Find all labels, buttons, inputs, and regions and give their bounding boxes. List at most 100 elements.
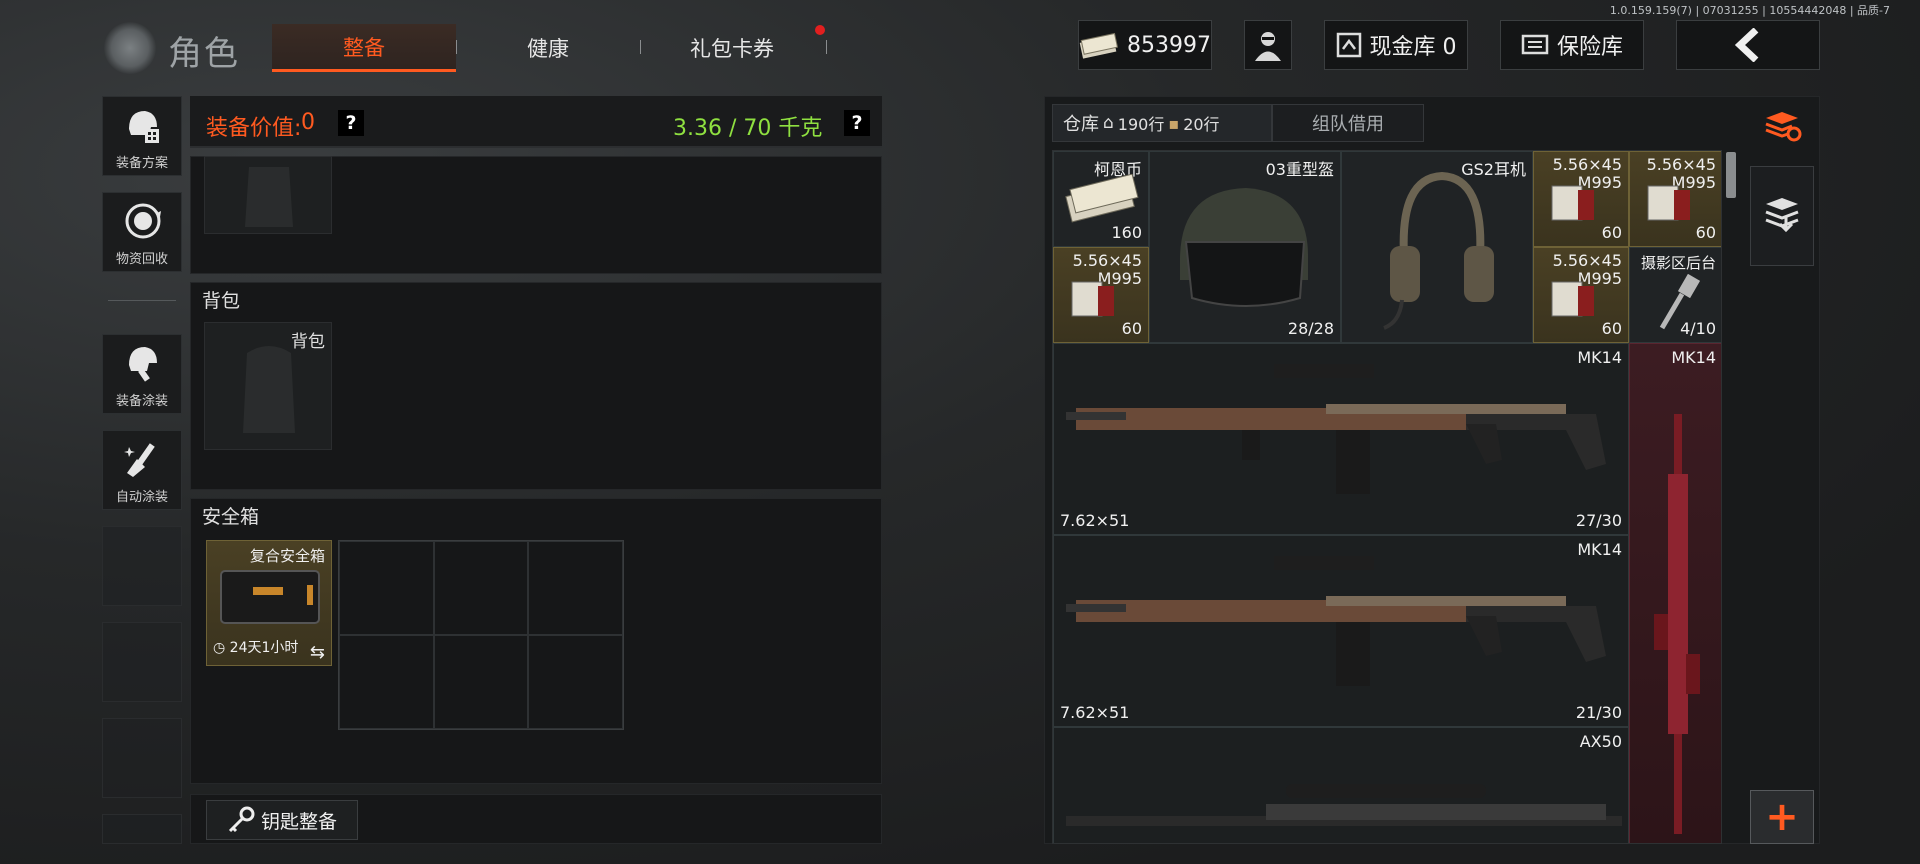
safebox-grid-cell[interactable] bbox=[528, 541, 623, 635]
item-cell-key[interactable]: 摄影区后台 4/10 bbox=[1629, 247, 1721, 343]
sidebar-item-recycle[interactable]: 物资回收 bbox=[102, 192, 182, 272]
item-cell-headset[interactable]: GS2耳机 bbox=[1341, 151, 1533, 343]
cash-stack-icon bbox=[1065, 174, 1139, 223]
back-button[interactable] bbox=[1676, 20, 1820, 70]
tab-loadout[interactable]: 整备 bbox=[272, 24, 456, 72]
empty-sidebar-slot bbox=[102, 526, 182, 606]
ammo-box-icon bbox=[1551, 185, 1594, 221]
safebox-grid-cell[interactable] bbox=[433, 541, 529, 635]
cash-vault-button[interactable]: 现金库 0 bbox=[1324, 20, 1468, 70]
item-count: 21/30 bbox=[1575, 703, 1622, 722]
item-count: 60 bbox=[1121, 319, 1142, 338]
sidebar-item-label: 自动涂装 bbox=[115, 490, 168, 505]
quick-store-button[interactable] bbox=[1750, 166, 1814, 266]
weight-help-button[interactable]: ? bbox=[844, 110, 870, 136]
sidebar-item-loadout-plan[interactable]: 装备方案 bbox=[102, 96, 182, 176]
agent-portrait-icon bbox=[1255, 32, 1281, 61]
cash-vault-label: 现金库 0 bbox=[1369, 35, 1457, 60]
warehouse-home-rows: 190行 bbox=[1117, 115, 1165, 134]
ammo-box-icon bbox=[1647, 185, 1690, 221]
tab-health[interactable]: 健康 bbox=[470, 24, 626, 72]
sidebar-item-label: 装备涂装 bbox=[115, 394, 168, 409]
item-cell-ammo[interactable]: 5.56×45 M995 60 bbox=[1533, 247, 1629, 343]
backpack-slot-label: 背包 bbox=[291, 332, 325, 352]
item-caliber: 7.62×51 bbox=[1060, 511, 1130, 530]
item-count: 27/30 bbox=[1575, 511, 1622, 530]
warehouse-tabs: 仓库 ⌂ 190行 ▪ 20行 组队借用 bbox=[1052, 104, 1432, 142]
version-text: 1.0.159.159(7) | 07031255 | 10554442048 … bbox=[1609, 4, 1890, 17]
armor-slot[interactable] bbox=[204, 156, 332, 234]
key-loadout-label: 钥匙整备 bbox=[260, 810, 337, 833]
chevron-left-icon bbox=[1734, 28, 1759, 62]
paint-helmet-icon bbox=[129, 347, 157, 382]
rifle-ax50-icon bbox=[1066, 784, 1622, 826]
item-count: 60 bbox=[1601, 319, 1622, 338]
backpack-section-title: 背包 bbox=[202, 290, 241, 312]
item-cell-ammo[interactable]: 5.56×45 M995 60 bbox=[1533, 151, 1629, 247]
cash-stack-icon bbox=[1079, 32, 1119, 59]
safebox-grid-cell[interactable] bbox=[528, 635, 623, 729]
sidebar-divider bbox=[108, 300, 176, 301]
item-count: 60 bbox=[1695, 223, 1716, 242]
safebox-grid-cell[interactable] bbox=[339, 541, 434, 635]
safe-vault-button[interactable]: 保险库 bbox=[1500, 20, 1644, 70]
notification-dot bbox=[815, 25, 825, 35]
sidebar-item-label: 物资回收 bbox=[115, 252, 168, 267]
add-button[interactable]: + bbox=[1750, 790, 1814, 844]
empty-sidebar-slot bbox=[102, 814, 182, 844]
agent-button[interactable] bbox=[1244, 20, 1292, 70]
value-help-button[interactable]: ? bbox=[338, 110, 364, 136]
empty-sidebar-slot bbox=[102, 718, 182, 798]
sidebar-item-paint[interactable]: 装备涂装 bbox=[102, 334, 182, 414]
item-name: AX50 bbox=[1579, 732, 1622, 751]
headset-icon bbox=[1383, 171, 1494, 330]
warehouse-scrollbar[interactable] bbox=[1726, 152, 1736, 198]
page-title: 角色 bbox=[168, 34, 240, 74]
home-icon: ⌂ bbox=[1103, 113, 1114, 133]
item-cell-rifle[interactable]: AX50 bbox=[1053, 727, 1629, 843]
safe-vault-label: 保险库 bbox=[1556, 35, 1623, 60]
key-loadout-button[interactable]: 钥匙整备 bbox=[206, 800, 358, 840]
loadout-value-label: 装备价值: bbox=[206, 116, 302, 141]
safebox-grid-cell[interactable] bbox=[339, 635, 434, 729]
tab-warehouse[interactable]: 仓库 ⌂ 190行 ▪ 20行 bbox=[1052, 104, 1272, 142]
tab-team-borrow[interactable]: 组队借用 bbox=[1272, 104, 1424, 142]
helmet-icon bbox=[1180, 188, 1308, 307]
sort-button[interactable] bbox=[1750, 94, 1814, 158]
safebox-time-text: 24天1小时 bbox=[229, 640, 299, 656]
rifle-mk14-icon bbox=[1066, 364, 1606, 494]
currency-amount: 853997 bbox=[1127, 32, 1211, 58]
item-cell-helmet[interactable]: 03重型盔 28/28 bbox=[1149, 151, 1341, 343]
safebox-grid-cell[interactable] bbox=[433, 635, 529, 729]
item-name: 摄影区后台 bbox=[1640, 254, 1716, 272]
backpack-slot[interactable]: 背包 bbox=[204, 322, 332, 450]
currency-display[interactable]: 853997 bbox=[1078, 20, 1212, 70]
tab-separator bbox=[826, 40, 827, 54]
sidebar-item-auto-paint[interactable]: 自动涂装 bbox=[102, 430, 182, 510]
rifle-mk14-icon bbox=[1066, 556, 1606, 686]
tab-separator bbox=[640, 40, 641, 54]
item-cell-rifle[interactable]: MK14 7.62×51 21/30 bbox=[1053, 535, 1629, 727]
warehouse-tab-label: 仓库 bbox=[1063, 114, 1099, 135]
bag-icon: ▪ bbox=[1168, 113, 1180, 133]
swap-icon[interactable]: ⇆ bbox=[310, 642, 325, 663]
safebox-time: ◷ 24天1小时 bbox=[213, 640, 299, 656]
item-cell-coin[interactable]: 柯恩币 160 bbox=[1053, 151, 1149, 247]
plus-icon: + bbox=[1765, 794, 1799, 840]
item-name: MK14 bbox=[1671, 348, 1716, 367]
item-cell-rifle-vertical[interactable]: MK14 bbox=[1629, 343, 1721, 843]
item-cell-rifle[interactable]: MK14 7.62×51 27/30 bbox=[1053, 343, 1629, 535]
key-icon bbox=[228, 806, 255, 833]
vault-icon bbox=[1336, 32, 1361, 58]
item-count: 28/28 bbox=[1287, 319, 1334, 338]
loadout-value: 0 bbox=[301, 110, 315, 135]
safebox-case-icon bbox=[220, 570, 320, 624]
stack-refresh-icon bbox=[1765, 112, 1802, 142]
safe-icon bbox=[1521, 34, 1549, 55]
safebox-slot[interactable]: 复合安全箱 ◷ 24天1小时 ⇆ bbox=[206, 540, 332, 666]
tab-gift-coupons[interactable]: 礼包卡券 bbox=[654, 24, 810, 72]
item-cell-ammo[interactable]: 5.56×45 M995 60 bbox=[1629, 151, 1721, 247]
character-logo-icon bbox=[104, 22, 156, 74]
item-cell-ammo[interactable]: 5.56×45 M995 60 bbox=[1053, 247, 1149, 343]
recycle-icon bbox=[125, 203, 161, 239]
